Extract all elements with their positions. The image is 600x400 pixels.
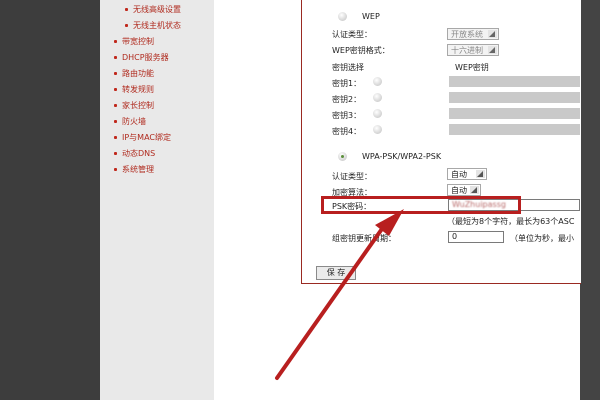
router-logo-icon (455, 334, 501, 380)
watermark-title: 路由器 (509, 342, 579, 367)
watermark-subtitle: luyouqi.com (513, 370, 574, 380)
router-logo-graphic (466, 347, 490, 370)
watermark: 路由器 luyouqi.com (455, 330, 590, 390)
arrow-shaft (275, 224, 386, 380)
